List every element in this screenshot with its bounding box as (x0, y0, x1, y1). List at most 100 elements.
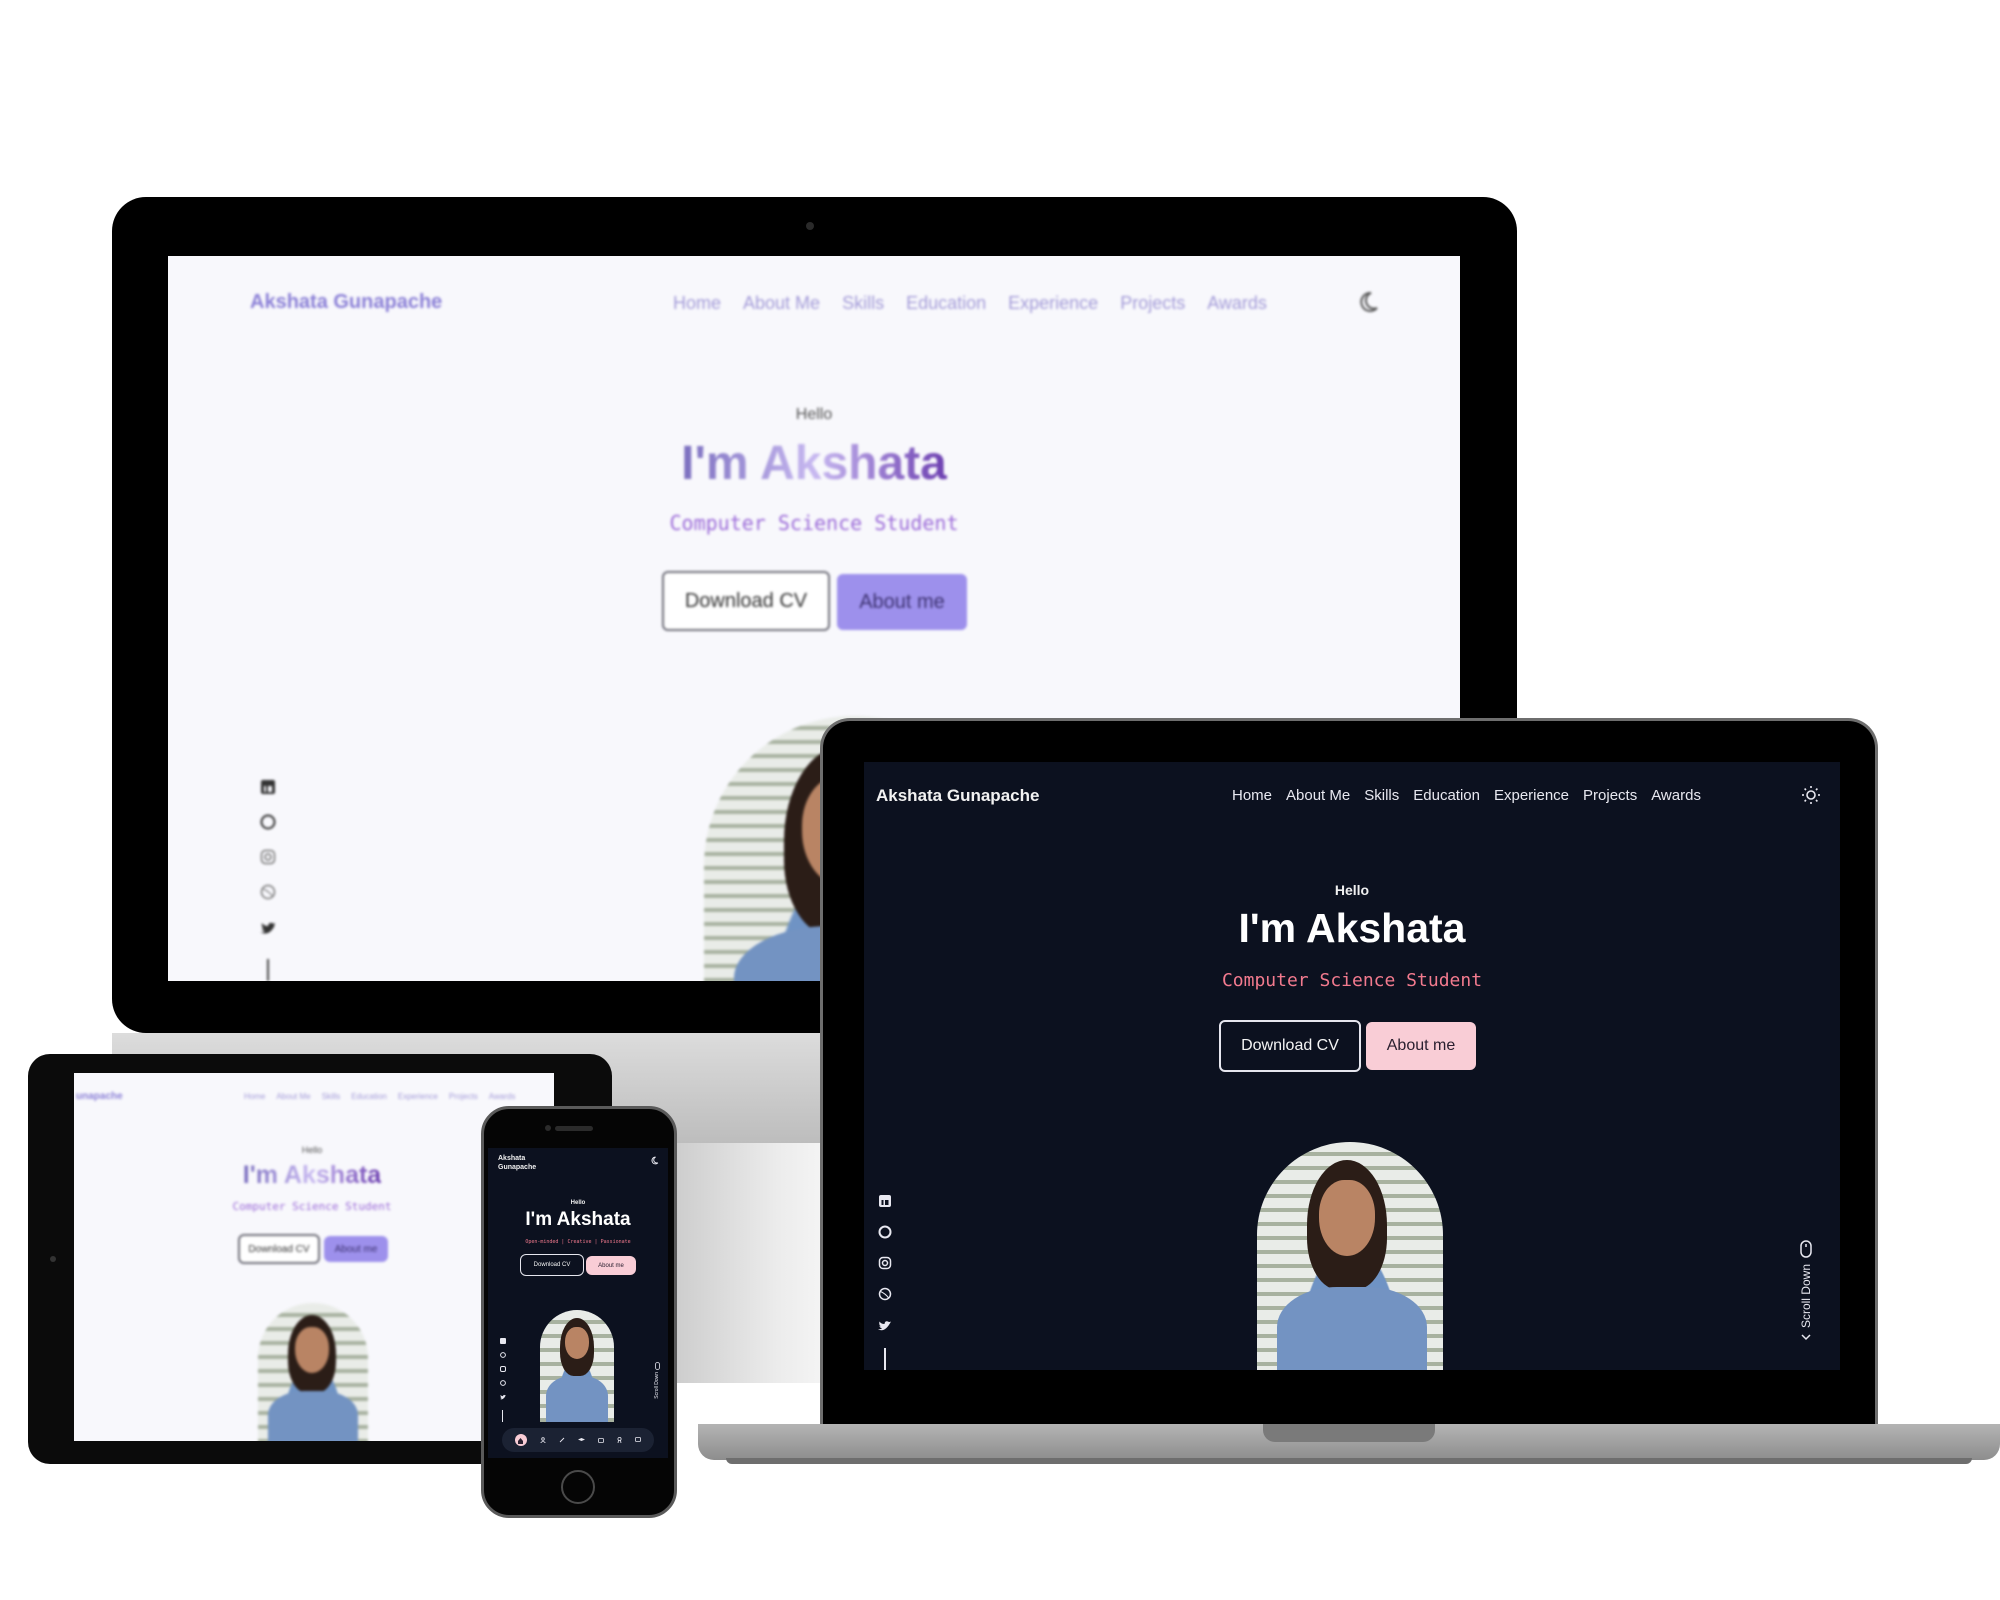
social-divider (502, 1410, 503, 1422)
nav-skills[interactable]: Skills (322, 1092, 341, 1101)
hero-title-wrap: I'm Akshata (74, 1161, 550, 1190)
laptop-screen-dark: Akshata Gunapache Home About Me Skills E… (864, 762, 1840, 1370)
tools-icon[interactable] (559, 1437, 565, 1443)
instagram-icon[interactable] (878, 1256, 892, 1270)
nav-education[interactable]: Education (1413, 787, 1480, 804)
profile-photo (1257, 1142, 1443, 1370)
site-brand[interactable]: Akshata Gunapache (876, 786, 1039, 806)
download-cv-button[interactable]: Download CV (238, 1234, 320, 1264)
nav-awards[interactable]: Awards (1651, 787, 1701, 804)
twitter-icon[interactable] (500, 1394, 506, 1400)
hero-greeting: Hello (570, 1200, 586, 1206)
hero-greeting: Hello (795, 406, 833, 423)
hero-subtitle: Computer Science Student (1221, 970, 1483, 991)
twitter-icon[interactable] (878, 1318, 892, 1332)
home-icon[interactable] (514, 1434, 527, 1446)
award-icon[interactable] (617, 1437, 622, 1443)
phone-home-button[interactable] (561, 1470, 595, 1504)
nav-home[interactable]: Home (673, 293, 721, 314)
nav-awards[interactable]: Awards (489, 1092, 516, 1101)
nav-projects[interactable]: Projects (1583, 787, 1637, 804)
mouse-icon (654, 1362, 660, 1370)
nav-bar: Home About Me Skills Education Experienc… (1232, 787, 1701, 804)
moon-icon[interactable] (650, 1156, 659, 1165)
nav-projects[interactable]: Projects (449, 1092, 478, 1101)
download-cv-button[interactable]: Download CV (662, 571, 830, 631)
social-links (878, 1194, 892, 1332)
dribbble-icon[interactable] (878, 1287, 892, 1301)
hero-title: I'm Akshata (242, 1161, 382, 1189)
site-brand[interactable]: Akshata Gunapache (250, 291, 442, 314)
laptop-base-shadow (726, 1458, 1972, 1464)
nav-about[interactable]: About Me (276, 1092, 310, 1101)
nav-education[interactable]: Education (906, 293, 986, 314)
hero-title: I'm Akshata (525, 1209, 631, 1230)
linkedin-icon[interactable] (260, 779, 276, 795)
nav-awards[interactable]: Awards (1207, 293, 1267, 314)
tablet-camera (50, 1256, 56, 1262)
hero-subtitle: Computer Science Student (669, 511, 959, 535)
about-me-button[interactable]: About me (837, 574, 967, 630)
mouse-icon (1800, 1240, 1812, 1258)
site-brand[interactable]: unapache (76, 1091, 123, 1102)
nav-experience[interactable]: Experience (398, 1092, 438, 1101)
nav-experience[interactable]: Experience (1008, 293, 1098, 314)
phone-camera (545, 1125, 551, 1131)
about-me-button[interactable]: About me (586, 1256, 636, 1275)
scroll-down[interactable]: Scroll Down (1799, 1240, 1813, 1342)
nav-about[interactable]: About Me (1286, 787, 1350, 804)
social-divider (884, 1348, 886, 1370)
download-cv-button[interactable]: Download CV (1219, 1020, 1361, 1072)
github-icon[interactable] (878, 1225, 892, 1239)
nav-skills[interactable]: Skills (1364, 787, 1399, 804)
about-me-button[interactable]: About me (1366, 1022, 1476, 1070)
sun-icon[interactable] (1801, 785, 1821, 805)
nav-home[interactable]: Home (244, 1092, 265, 1101)
hero-title: I'm Akshata (1238, 905, 1466, 951)
dribbble-icon[interactable] (260, 884, 276, 900)
nav-about[interactable]: About Me (743, 293, 820, 314)
profile-photo (540, 1310, 614, 1422)
hero-title: I'm Akshata (681, 437, 947, 490)
linkedin-icon[interactable] (878, 1194, 892, 1208)
moon-icon[interactable] (1356, 290, 1380, 314)
profile-photo (258, 1303, 368, 1441)
instagram-icon[interactable] (500, 1366, 506, 1372)
nav-skills[interactable]: Skills (842, 293, 884, 314)
github-icon[interactable] (260, 814, 276, 830)
message-icon[interactable] (635, 1437, 642, 1443)
graduation-icon[interactable] (577, 1437, 585, 1443)
nav-education[interactable]: Education (351, 1092, 387, 1101)
social-links (260, 779, 276, 935)
hero-subtitle: Computer Science Student (232, 1200, 392, 1213)
download-cv-button[interactable]: Download CV (520, 1254, 584, 1276)
dribbble-icon[interactable] (500, 1380, 506, 1386)
nav-home[interactable]: Home (1232, 787, 1272, 804)
hero-greeting: Hello (1334, 882, 1370, 898)
site-brand[interactable]: Akshata Gunapache (498, 1154, 536, 1172)
instagram-icon[interactable] (260, 849, 276, 865)
nav-bar: Home About Me Skills Education Experienc… (673, 293, 1267, 314)
site-brand-line-2: Gunapache (498, 1164, 537, 1171)
linkedin-icon[interactable] (500, 1338, 506, 1344)
bottom-nav-dock (502, 1428, 654, 1452)
nav-experience[interactable]: Experience (1494, 787, 1569, 804)
chevron-down-icon (1801, 1334, 1811, 1342)
scroll-down-label: Scroll Down (1799, 1264, 1813, 1329)
nav-projects[interactable]: Projects (1120, 293, 1185, 314)
social-links (500, 1338, 506, 1400)
github-icon[interactable] (500, 1352, 506, 1358)
twitter-icon[interactable] (260, 919, 276, 935)
hero-title-wrap: I'm Akshata (168, 436, 1460, 491)
user-icon[interactable] (539, 1437, 546, 1443)
about-me-button[interactable]: About me (324, 1236, 388, 1262)
phone-speaker (555, 1126, 593, 1131)
briefcase-icon[interactable] (598, 1437, 605, 1443)
scroll-down-label: Scroll Down (654, 1372, 660, 1399)
nav-bar: Home About Me Skills Education Experienc… (244, 1092, 515, 1101)
laptop-notch (1263, 1424, 1435, 1442)
hero-subtitle: Open-minded | Creative | Passionate (525, 1239, 631, 1245)
phone-screen-dark: Akshata Gunapache Hello I'm Akshata Open… (488, 1148, 668, 1458)
social-divider (267, 959, 269, 981)
scroll-down[interactable]: Scroll Down (654, 1362, 660, 1399)
